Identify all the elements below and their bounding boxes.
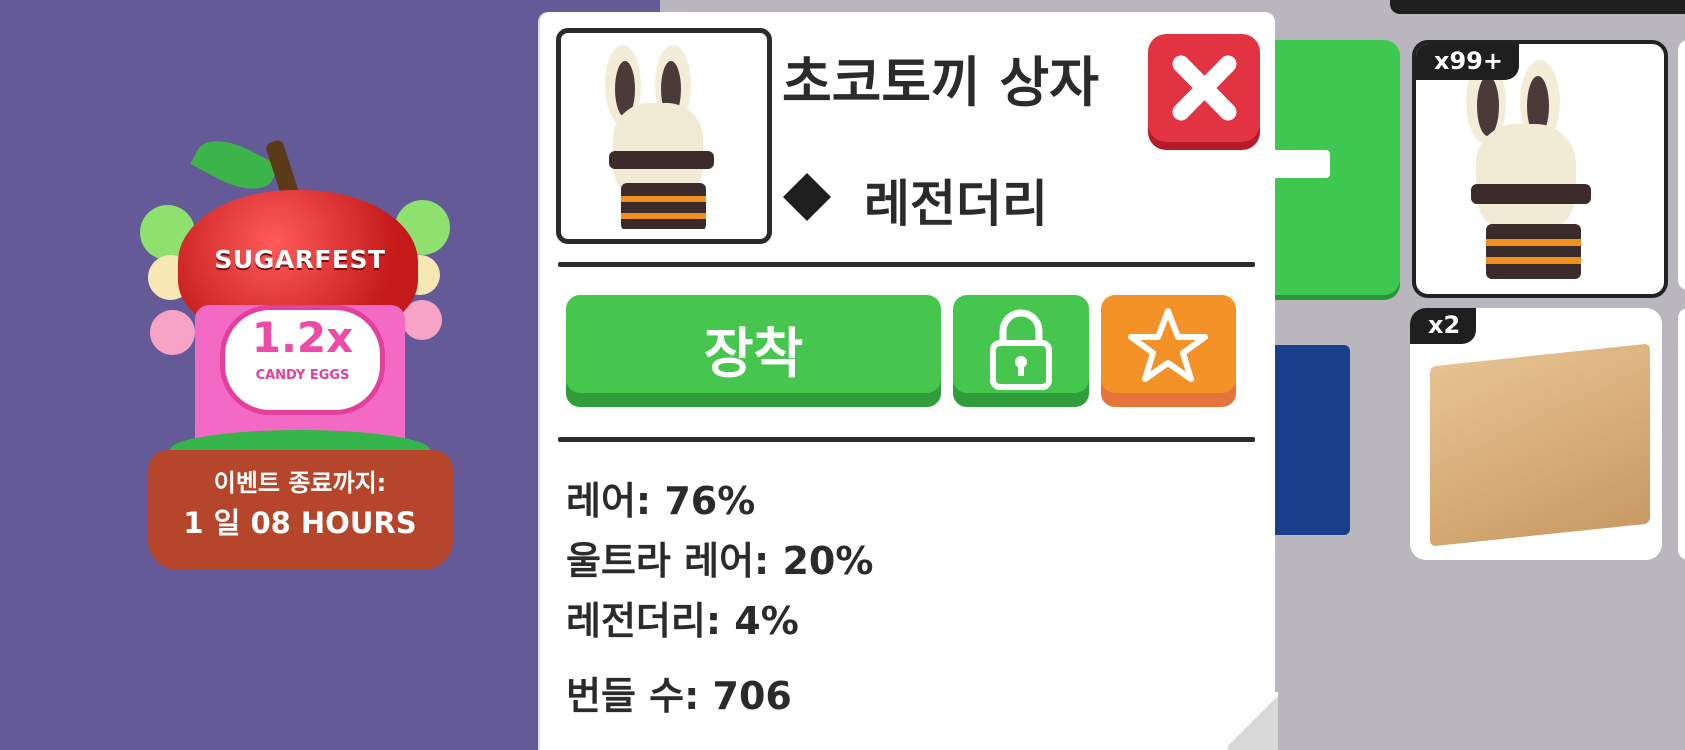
drop-rate-rare: 레어: 76% xyxy=(566,479,756,523)
event-ends-label: 이벤트 종료까지: xyxy=(213,469,387,497)
event-title: SUGARFEST xyxy=(214,245,386,274)
apple-leaf xyxy=(190,128,280,202)
cardboard-box-icon xyxy=(1430,343,1650,547)
equip-button-label: 장착 xyxy=(703,322,804,385)
event-time-left: 1 일 08 HOURS xyxy=(183,506,417,540)
inventory-tile-selected[interactable]: x99+ xyxy=(1412,40,1668,298)
star-icon xyxy=(1128,308,1208,382)
drop-rate-ultra-rare: 울트라 레어: 20% xyxy=(566,539,874,583)
choco-bunny-box-icon xyxy=(1466,60,1591,279)
item-count-badge: x2 xyxy=(1410,308,1477,344)
top-bar-fragment xyxy=(1390,0,1685,14)
item-rarity: 레전더리 xyxy=(864,175,1048,233)
drop-rate-legendary: 레전더리: 4% xyxy=(566,599,799,643)
inventory-tile-partial[interactable] xyxy=(1678,40,1685,290)
bundle-count: 번들 수: 706 xyxy=(566,674,792,718)
close-button[interactable] xyxy=(1148,34,1260,142)
lock-icon xyxy=(990,309,1052,390)
inventory-tile-partial[interactable] xyxy=(1678,308,1685,560)
divider-top xyxy=(558,262,1255,267)
multiplier-subtitle: CANDY EGGS xyxy=(255,368,350,383)
paper-fold-corner xyxy=(1228,692,1278,750)
favorite-button[interactable] xyxy=(1101,295,1236,407)
item-count-badge: x99+ xyxy=(1416,44,1519,80)
choco-bunny-box-icon xyxy=(605,45,714,229)
balloon-icon xyxy=(150,310,195,355)
item-name: 초코토끼 상자 xyxy=(782,51,1099,114)
item-thumbnail xyxy=(556,28,772,244)
divider-bottom xyxy=(558,437,1255,442)
equip-button[interactable]: 장착 xyxy=(566,295,941,407)
lock-button[interactable] xyxy=(953,295,1089,407)
multiplier-value: 1.2x xyxy=(251,313,354,362)
close-icon xyxy=(1172,55,1237,121)
event-badge[interactable]: SUGARFEST 1.2x CANDY EGGS 이벤트 종료까지: 1 일 … xyxy=(140,128,460,575)
